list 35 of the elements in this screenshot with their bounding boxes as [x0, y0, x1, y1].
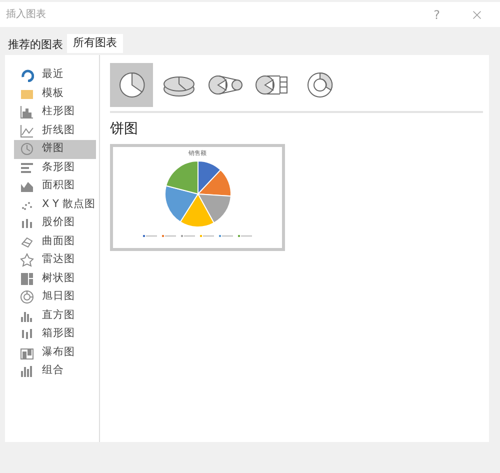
- sidebar-item[interactable]: 雷达图: [14, 251, 96, 270]
- star-icon: [20, 253, 34, 268]
- sidebar-item[interactable]: 树状图: [14, 270, 96, 288]
- pie-chart-drawing: [164, 160, 232, 228]
- bar-chart-icon: [20, 160, 34, 175]
- sidebar-item[interactable]: 饼图: [14, 140, 96, 158]
- sidebar-item[interactable]: 最近: [14, 66, 96, 84]
- stock-chart-icon: [20, 216, 34, 230]
- tab[interactable]: 所有图表: [67, 34, 123, 53]
- sidebar-item[interactable]: 曲面图: [14, 232, 96, 251]
- clock-icon: [20, 142, 34, 156]
- sidebar-item[interactable]: 瀑布图: [14, 344, 96, 362]
- sidebar-item[interactable]: X Y 散点图: [14, 196, 96, 214]
- sidebar-item[interactable]: 面积图: [14, 177, 96, 196]
- sidebar-item[interactable]: 折线图: [14, 122, 96, 140]
- sidebar-item[interactable]: 直方图: [14, 306, 96, 325]
- box-plot-icon: [20, 327, 34, 342]
- area-chart-icon: [20, 179, 34, 194]
- sidebar-item[interactable]: 旭日图: [14, 288, 96, 306]
- sidebar-item[interactable]: 模板: [14, 84, 96, 103]
- column-chart-icon: [20, 105, 34, 120]
- window-title: 插入图表: [6, 8, 46, 22]
- sidebar-item[interactable]: 组合: [14, 362, 96, 380]
- section-heading: 饼图: [110, 120, 139, 139]
- sidebar-item[interactable]: 箱形图: [14, 325, 96, 344]
- sunburst-icon: [20, 290, 34, 304]
- line-chart-icon: [20, 124, 34, 138]
- sidebar-item[interactable]: 柱形图: [14, 103, 96, 122]
- surface-chart-icon: [20, 234, 34, 249]
- combo-chart-icon: [20, 364, 34, 378]
- waterfall-chart-icon: [20, 346, 34, 360]
- chart-subtype-option[interactable]: [110, 63, 153, 107]
- sidebar-item[interactable]: 股价图: [14, 214, 96, 232]
- treemap-icon: [20, 272, 34, 286]
- sidebar-item[interactable]: 条形图: [14, 158, 96, 177]
